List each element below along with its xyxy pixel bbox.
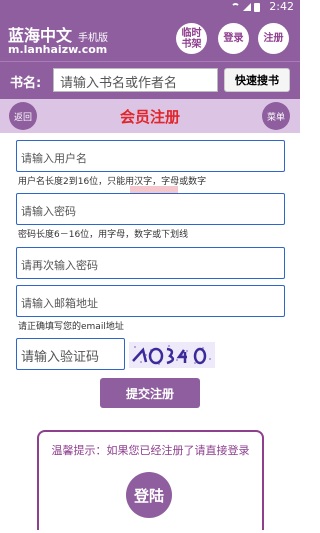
status-time: 2:42 bbox=[269, 0, 294, 13]
register-button[interactable]: 注册 bbox=[258, 23, 289, 54]
password-confirm-input[interactable]: 请再次输入密码 bbox=[16, 247, 285, 279]
captcha-input[interactable]: 请输入验证码 bbox=[16, 338, 125, 370]
site-domain: m.lanhaizw.com bbox=[8, 43, 108, 56]
username-input[interactable]: 请输入用户名 bbox=[16, 140, 285, 172]
search-label: 书名: bbox=[10, 76, 42, 91]
page-title: 会员注册 bbox=[119, 108, 180, 126]
password-hint: 密码长度6－16位，用字母，数字或下划线 bbox=[18, 230, 189, 240]
site-header: 蓝海中文 手机版 m.lanhaizw.com 临时 书架 登录 注册 bbox=[0, 14, 300, 61]
email-hint: 请正确填写您的email地址 bbox=[18, 322, 124, 332]
temp-bookshelf-button[interactable]: 临时 书架 bbox=[176, 23, 207, 54]
search-bar: 书名: 请输入书名或作者名 快速搜书 bbox=[0, 61, 300, 99]
title-bar: 返回 会员注册 菜单 bbox=[0, 99, 300, 133]
status-bar: 2:42 bbox=[0, 0, 300, 14]
email-input[interactable]: 请输入邮箱地址 bbox=[16, 285, 285, 317]
login-tip-panel: 温馨提示：如果您已经注册了请直接登录 登陆 bbox=[37, 430, 264, 530]
status-icons bbox=[231, 2, 260, 12]
password-input[interactable]: 请输入密码 bbox=[16, 193, 285, 225]
captcha-image[interactable] bbox=[129, 342, 215, 368]
wifi-icon bbox=[231, 3, 240, 11]
login-circle-button[interactable]: 登陆 bbox=[126, 472, 172, 518]
login-tip: 温馨提示：如果您已经注册了请直接登录 bbox=[51, 444, 250, 457]
submit-register-button[interactable]: 提交注册 bbox=[100, 378, 200, 408]
battery-icon bbox=[254, 2, 260, 12]
quick-search-button[interactable]: 快速搜书 bbox=[224, 68, 290, 92]
search-input[interactable]: 请输入书名或作者名 bbox=[53, 68, 218, 92]
signal-icon bbox=[243, 3, 251, 11]
login-button[interactable]: 登录 bbox=[218, 23, 249, 54]
menu-button[interactable]: 菜单 bbox=[262, 102, 290, 130]
